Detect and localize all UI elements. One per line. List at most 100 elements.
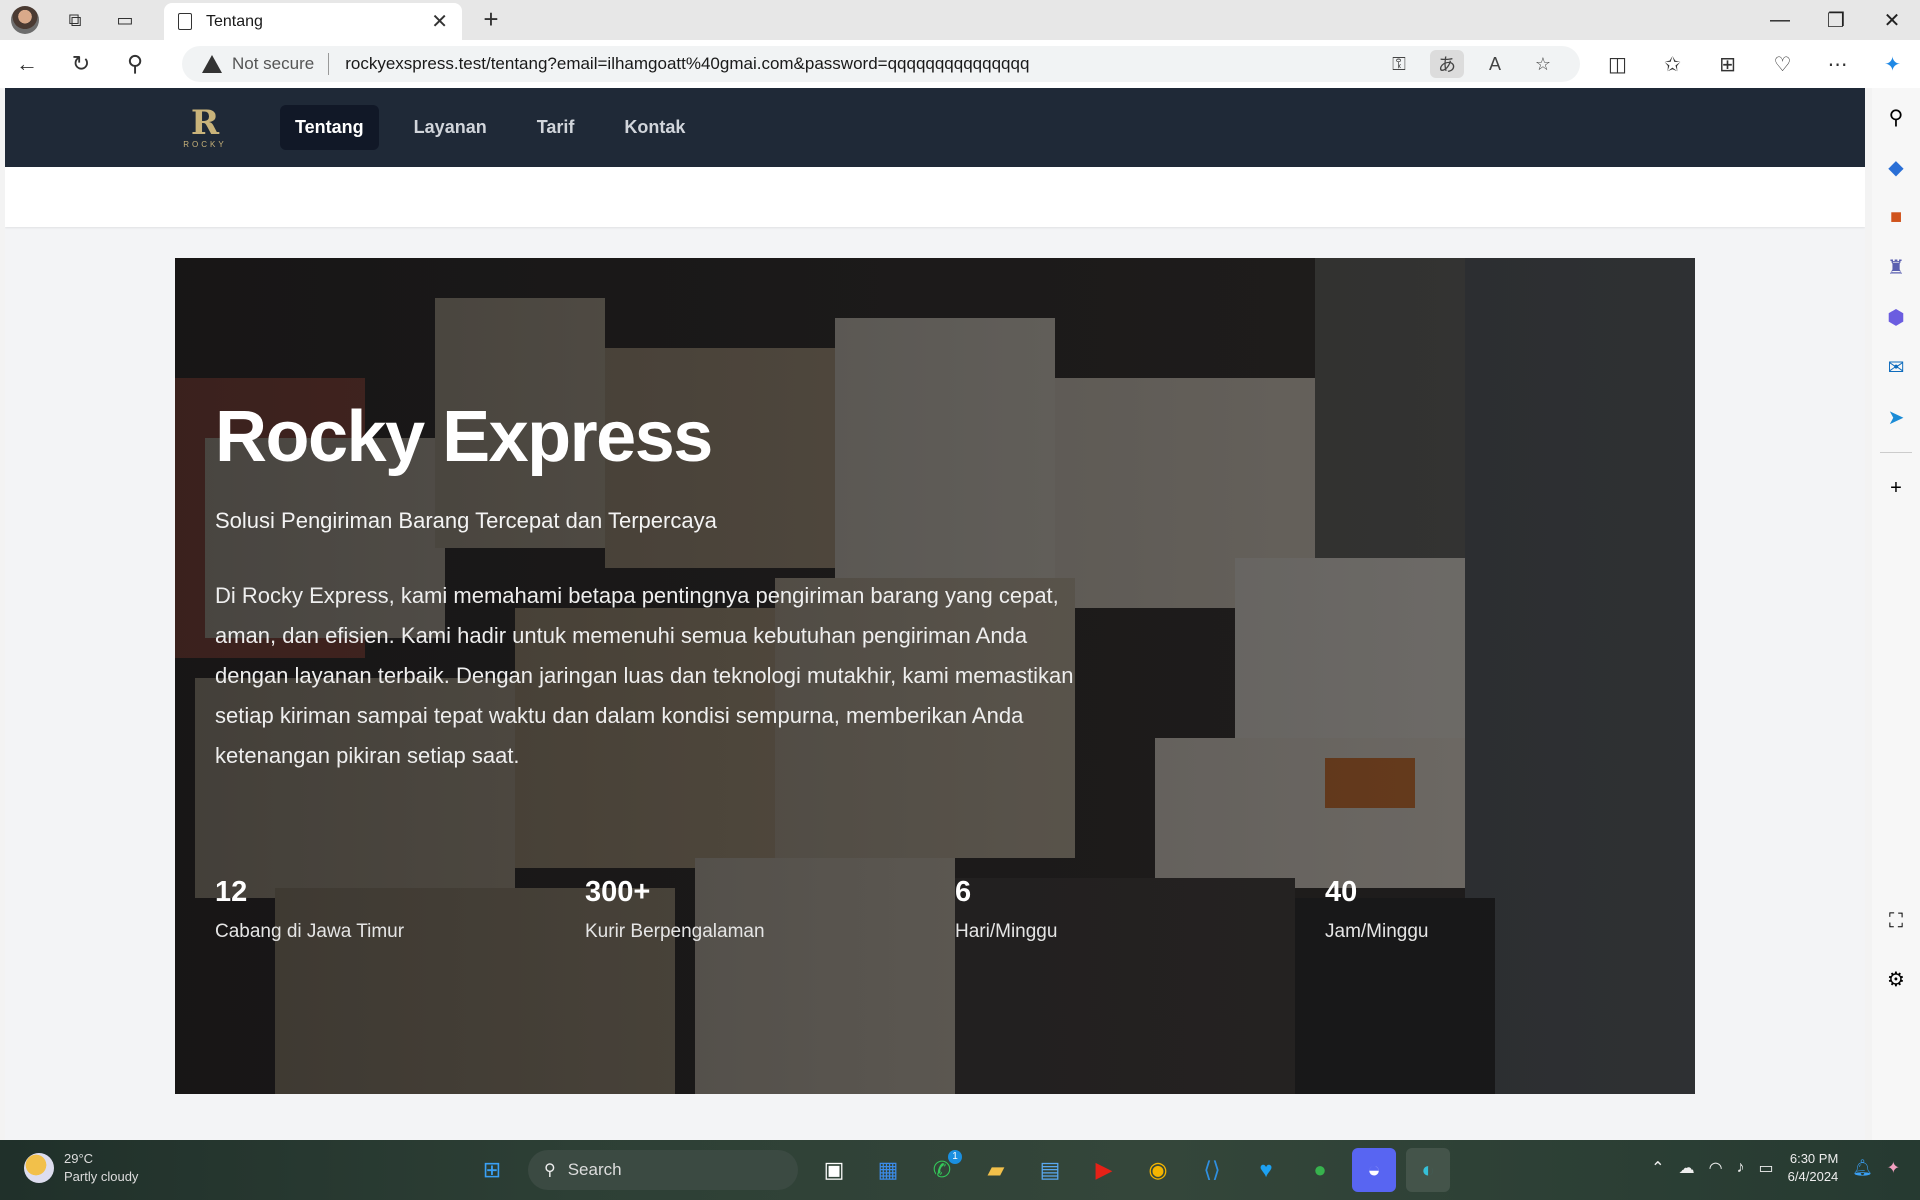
battery-icon[interactable]: ▭ <box>1759 1158 1774 1178</box>
translate-icon[interactable]: あ <box>1430 50 1464 78</box>
nav-kontak[interactable]: Kontak <box>609 105 700 150</box>
tab-tentang[interactable]: Tentang ✕ <box>164 3 462 40</box>
collections-icon[interactable]: ⊞ <box>1700 40 1755 88</box>
new-tab-icon[interactable]: + <box>476 4 506 35</box>
refresh-icon[interactable]: ↻ <box>54 40 108 88</box>
screenshot-icon[interactable]: ⛶ <box>1872 896 1920 946</box>
nav-tentang[interactable]: Tentang <box>280 105 379 150</box>
outlook-icon[interactable]: ✉ <box>1872 342 1920 392</box>
microsoft-store-icon[interactable]: ▦ <box>866 1148 910 1192</box>
site-navbar: R ROCKY Tentang Layanan Tarif Kontak <box>5 88 1865 167</box>
url-text[interactable]: rockyexspress.test/tentang?email=ilhamgo… <box>345 54 1382 74</box>
file-explorer-icon[interactable]: ▰ <box>974 1148 1018 1192</box>
close-window-icon[interactable]: ✕ <box>1864 0 1920 40</box>
vscode-icon[interactable]: ⟨⟩ <box>1190 1148 1234 1192</box>
stats-row: 12 Cabang di Jawa Timur 300+ Kurir Berpe… <box>215 876 1695 943</box>
search-icon: ⚲ <box>544 1162 556 1179</box>
nav-tarif[interactable]: Tarif <box>522 105 590 150</box>
tools-icon[interactable]: ■ <box>1872 192 1920 242</box>
search-icon[interactable]: ⚲ <box>108 40 162 88</box>
favorites-icon[interactable]: ✩ <box>1645 40 1700 88</box>
page-header-bar <box>5 167 1865 227</box>
back-icon[interactable]: ← <box>0 40 54 88</box>
close-tab-icon[interactable]: ✕ <box>431 9 448 34</box>
discord-icon[interactable]: ◒ <box>1352 1148 1396 1192</box>
notification-bell-icon[interactable]: 🔔︎ <box>1852 1158 1872 1178</box>
send-icon[interactable]: ➤ <box>1872 392 1920 442</box>
vertical-tabs-icon[interactable]: ▭ <box>100 0 150 40</box>
wifi-icon[interactable]: ◠ <box>1709 1158 1723 1178</box>
sidebar-search-icon[interactable]: ⚲ <box>1872 92 1920 142</box>
stat-hours: 40 Jam/Minggu <box>1325 876 1695 943</box>
clock[interactable]: 6:30 PM 6/4/2024 <box>1788 1150 1839 1186</box>
shopping-tag-icon[interactable]: ◆ <box>1872 142 1920 192</box>
hero-description: Di Rocky Express, kami memahami betapa p… <box>215 583 1074 768</box>
notification-badge: 1 <box>948 1150 962 1164</box>
chrome-icon[interactable]: ◉ <box>1136 1148 1180 1192</box>
stat-label: Jam/Minggu <box>1325 921 1429 942</box>
whatsapp-icon[interactable]: ✆ 1 <box>920 1148 964 1192</box>
favorite-star-icon[interactable]: ☆ <box>1526 50 1560 78</box>
nav-layanan[interactable]: Layanan <box>399 105 502 150</box>
youtube-icon[interactable]: ▶ <box>1082 1148 1126 1192</box>
read-aloud-icon[interactable]: A <box>1478 50 1512 78</box>
split-screen-icon[interactable]: ◫ <box>1590 40 1645 88</box>
stat-branches: 12 Cabang di Jawa Timur <box>215 876 585 943</box>
search-label: Search <box>567 1160 622 1179</box>
edge-icon[interactable]: ◐ <box>1406 1148 1450 1192</box>
browser-toolbar: ← ↻ ⚲ Not secure rockyexspress.test/tent… <box>0 40 1920 88</box>
task-view-icon[interactable]: ▣ <box>812 1148 856 1192</box>
rocky-logo[interactable]: R ROCKY <box>175 102 235 154</box>
weather-temp: 29°C <box>64 1151 94 1166</box>
weather-widget[interactable]: 29°C Partly cloudy <box>24 1150 138 1186</box>
settings-gear-icon[interactable]: ⚙ <box>1872 954 1920 1004</box>
taskbar-search[interactable]: ⚲ Search <box>528 1150 798 1190</box>
system-tray: ⌃ ☁ ◠ ♪ ▭ 6:30 PM 6/4/2024 🔔︎ ✦ <box>1651 1150 1900 1186</box>
stat-value: 6 <box>955 876 972 908</box>
stat-label: Hari/Minggu <box>955 921 1058 942</box>
weather-icon <box>24 1153 54 1183</box>
logo-text: ROCKY <box>183 140 227 149</box>
more-options-icon[interactable]: ⋯ <box>1810 40 1865 88</box>
password-key-icon[interactable]: ⚿ <box>1382 50 1416 78</box>
stat-value: 300+ <box>585 876 651 908</box>
restore-icon[interactable]: ❐ <box>1808 0 1864 40</box>
bird-app-icon[interactable]: ♥ <box>1244 1148 1288 1192</box>
divider <box>1880 452 1912 453</box>
stat-label: Cabang di Jawa Timur <box>215 921 405 942</box>
add-sidebar-app-icon[interactable]: + <box>1872 463 1920 513</box>
games-icon[interactable]: ♜ <box>1872 242 1920 292</box>
edge-sidebar: ⚲ ◆ ■ ♜ ⬢ ✉ ➤ + ⛶ ⚙ <box>1872 88 1920 1140</box>
clock-time: 6:30 PM <box>1789 1151 1839 1166</box>
page-icon <box>178 13 192 30</box>
hero-subtitle: Solusi Pengiriman Barang Tercepat dan Te… <box>215 508 717 533</box>
copilot-icon[interactable]: ✦ <box>1887 1158 1900 1178</box>
workspaces-icon[interactable]: ⧉ <box>50 0 100 40</box>
copilot-icon[interactable]: ✦ <box>1865 40 1920 88</box>
chevron-up-icon[interactable]: ⌃ <box>1651 1158 1664 1178</box>
divider <box>328 53 330 75</box>
stat-label: Kurir Berpengalaman <box>585 921 765 942</box>
volume-icon[interactable]: ♪ <box>1737 1159 1745 1177</box>
hero-content: Rocky Express Solusi Pengiriman Barang T… <box>215 258 1655 1094</box>
stat-value: 12 <box>215 876 248 908</box>
hero-section: Rocky Express Solusi Pengiriman Barang T… <box>175 258 1695 1094</box>
hs-app-icon[interactable]: ● <box>1298 1148 1342 1192</box>
page-viewport: R ROCKY Tentang Layanan Tarif Kontak Roc… <box>5 88 1865 1140</box>
browser-essentials-icon[interactable]: ♡ <box>1755 40 1810 88</box>
stat-days: 6 Hari/Minggu <box>955 876 1325 943</box>
minimize-icon[interactable]: — <box>1752 0 1808 40</box>
hero-title: Rocky Express <box>215 397 713 477</box>
browser-tab-strip: ⧉ ▭ Tentang ✕ + — ❐ ✕ <box>0 0 1920 40</box>
onedrive-icon[interactable]: ☁ <box>1679 1158 1695 1178</box>
stat-couriers: 300+ Kurir Berpengalaman <box>585 876 955 943</box>
logo-mark: R <box>190 103 220 143</box>
weather-desc: Partly cloudy <box>64 1169 139 1184</box>
windows-taskbar: 29°C Partly cloudy ⊞ ⚲ Search ▣ ▦ ✆ 1 ▰ ▤… <box>0 1140 1920 1200</box>
profile-button[interactable] <box>0 0 50 40</box>
microsoft-365-icon[interactable]: ⬢ <box>1872 292 1920 342</box>
address-bar[interactable]: Not secure rockyexspress.test/tentang?em… <box>182 46 1580 82</box>
security-label[interactable]: Not secure <box>232 54 314 74</box>
windows-start-icon[interactable]: ⊞ <box>470 1148 514 1192</box>
notepad-icon[interactable]: ▤ <box>1028 1148 1072 1192</box>
